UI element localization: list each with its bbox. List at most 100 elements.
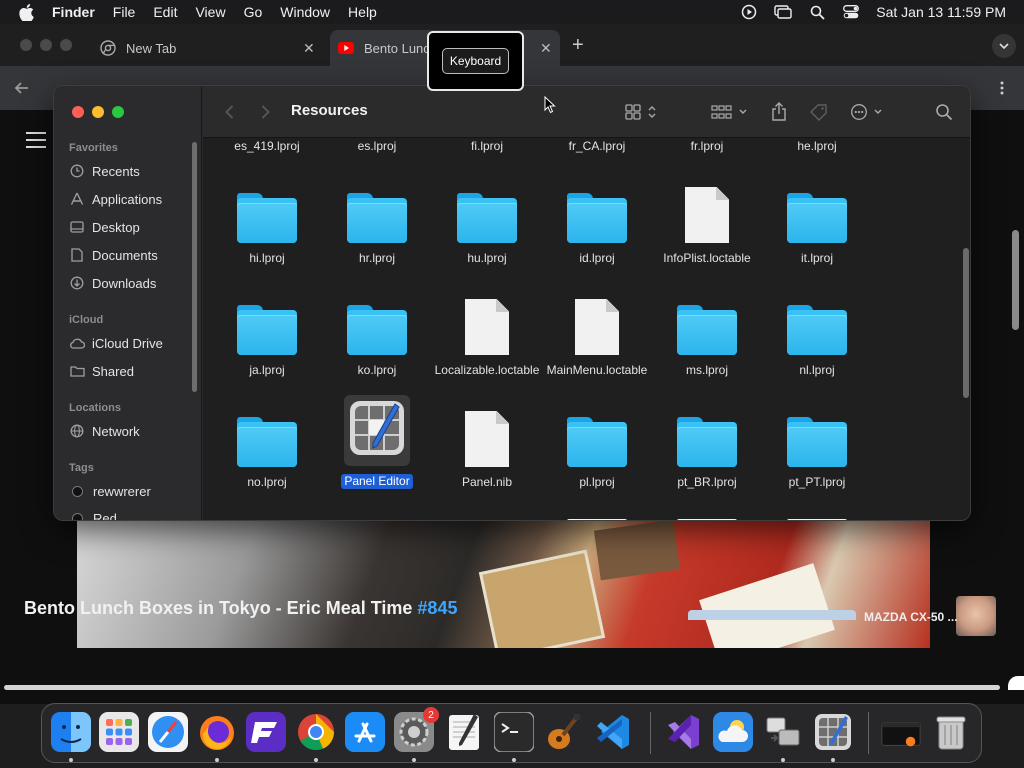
finder-icon[interactable] bbox=[50, 711, 92, 753]
browser-zoom-button[interactable] bbox=[60, 39, 72, 51]
finder-zoom-button[interactable] bbox=[112, 106, 124, 118]
share-icon[interactable] bbox=[771, 100, 787, 124]
folder-item[interactable]: ko.lproj bbox=[322, 305, 432, 378]
file-item[interactable]: fr_CA.lproj bbox=[542, 138, 652, 154]
folder-item[interactable]: pt_BR.lproj bbox=[652, 417, 762, 490]
video-hashtag-link[interactable]: #845 bbox=[417, 598, 457, 618]
sidebar-item-network[interactable]: Network bbox=[69, 421, 140, 441]
finder-close-button[interactable] bbox=[72, 106, 84, 118]
sidebar-item-applications[interactable]: Applications bbox=[69, 189, 162, 209]
firefox-icon[interactable] bbox=[196, 711, 238, 753]
app-store-icon[interactable] bbox=[344, 711, 386, 753]
folder-item[interactable]: no.lproj bbox=[212, 417, 322, 490]
video-progress-bar[interactable] bbox=[4, 685, 1000, 690]
finder-scrollbar[interactable] bbox=[963, 248, 969, 398]
file-item[interactable]: Localizable.loctable bbox=[432, 299, 542, 378]
app-item[interactable]: Panel Editor bbox=[322, 395, 432, 489]
sidebar-item-documents[interactable]: Documents bbox=[69, 245, 158, 265]
vscode-icon[interactable] bbox=[592, 711, 634, 753]
sidebar-item-downloads[interactable]: Downloads bbox=[69, 273, 156, 293]
menu-help[interactable]: Help bbox=[339, 4, 386, 20]
search-icon[interactable] bbox=[935, 100, 953, 124]
more-vertical-icon[interactable] bbox=[994, 80, 1010, 96]
menu-app-name[interactable]: Finder bbox=[52, 4, 104, 20]
menu-go[interactable]: Go bbox=[235, 4, 272, 20]
screen-mirror-icon[interactable] bbox=[766, 0, 800, 24]
file-item[interactable]: es_419.lproj bbox=[212, 138, 322, 154]
icon-view-grid-icon[interactable] bbox=[625, 100, 659, 124]
textedit-icon[interactable] bbox=[443, 711, 485, 753]
folder-item[interactable]: pl.lproj bbox=[542, 417, 652, 490]
page-scrollbar[interactable] bbox=[1012, 230, 1019, 330]
menu-edit[interactable]: Edit bbox=[144, 4, 186, 20]
file-item[interactable]: he.lproj bbox=[762, 138, 872, 154]
tab-close-icon[interactable]: ✕ bbox=[303, 40, 315, 57]
forward-chevron-icon[interactable] bbox=[261, 100, 270, 124]
fenix-icon[interactable] bbox=[245, 711, 287, 753]
file-item[interactable]: InfoPlist.loctable bbox=[652, 187, 762, 266]
folder-item[interactable]: hi.lproj bbox=[212, 193, 322, 266]
sidebar-tag-rewwrerer[interactable]: rewwrerer bbox=[69, 481, 151, 501]
sidebar-item-shared[interactable]: Shared bbox=[69, 361, 134, 381]
folder-icon[interactable] bbox=[787, 519, 847, 520]
folder-item[interactable]: hu.lproj bbox=[432, 193, 542, 266]
back-chevron-icon[interactable] bbox=[225, 100, 234, 124]
group-by-icon[interactable] bbox=[711, 100, 749, 124]
file-item[interactable]: fr.lproj bbox=[652, 138, 762, 154]
apple-menu-icon[interactable] bbox=[0, 3, 52, 21]
new-tab-plus-icon[interactable]: + bbox=[572, 34, 584, 57]
weather-icon[interactable] bbox=[712, 711, 754, 753]
video-player[interactable] bbox=[77, 520, 930, 648]
file-item[interactable]: Panel.nib bbox=[432, 411, 542, 490]
tab-close-icon[interactable]: ✕ bbox=[540, 40, 552, 57]
folder-item[interactable]: it.lproj bbox=[762, 193, 872, 266]
menu-view[interactable]: View bbox=[186, 4, 234, 20]
folder-icon[interactable] bbox=[677, 519, 737, 520]
menu-window[interactable]: Window bbox=[271, 4, 339, 20]
folder-item[interactable]: id.lproj bbox=[542, 193, 652, 266]
tab-search-chevron-icon[interactable] bbox=[992, 34, 1016, 58]
browser-minimize-button[interactable] bbox=[40, 39, 52, 51]
sidebar-scrollbar[interactable] bbox=[192, 142, 197, 392]
folder-item[interactable]: pt_PT.lproj bbox=[762, 417, 872, 490]
minimized-window-icon[interactable] bbox=[880, 711, 922, 753]
sidebar-item-recents[interactable]: Recents bbox=[69, 161, 140, 181]
search-icon[interactable] bbox=[800, 0, 834, 24]
tab-new-tab[interactable]: New Tab ✕ bbox=[100, 30, 325, 66]
browser-close-button[interactable] bbox=[20, 39, 32, 51]
folder-item[interactable]: ms.lproj bbox=[652, 305, 762, 378]
garageband-icon[interactable] bbox=[542, 711, 584, 753]
finder-minimize-button[interactable] bbox=[92, 106, 104, 118]
control-center-icon[interactable] bbox=[834, 0, 868, 24]
system-settings-icon[interactable]: 2 bbox=[393, 707, 439, 753]
folder-icon[interactable] bbox=[567, 519, 627, 520]
migration-assistant-icon[interactable] bbox=[762, 711, 804, 753]
safari-icon[interactable] bbox=[147, 711, 189, 753]
play-circle-icon[interactable] bbox=[732, 0, 766, 24]
chrome-icon[interactable] bbox=[295, 711, 337, 753]
sidebar-tag-red[interactable]: Red bbox=[69, 508, 117, 520]
more-actions-icon[interactable] bbox=[850, 100, 886, 124]
channel-avatar[interactable] bbox=[956, 596, 996, 636]
launchpad-icon[interactable] bbox=[98, 711, 140, 753]
tag-color-dot bbox=[72, 485, 83, 497]
folder-item[interactable]: nl.lproj bbox=[762, 305, 872, 378]
trash-icon[interactable] bbox=[930, 711, 972, 753]
visual-studio-icon[interactable] bbox=[662, 711, 704, 753]
related-video-title[interactable]: MAZDA CX-50 ... bbox=[864, 610, 958, 624]
menu-file[interactable]: File bbox=[104, 4, 145, 20]
menu-clock[interactable]: Sat Jan 13 11:59 PM bbox=[868, 4, 1024, 20]
file-item[interactable]: MainMenu.loctable bbox=[542, 299, 652, 378]
terminal-icon[interactable] bbox=[493, 711, 535, 753]
file-item[interactable]: fi.lproj bbox=[432, 138, 542, 154]
folder-item[interactable]: hr.lproj bbox=[322, 193, 432, 266]
panel-editor-icon[interactable] bbox=[812, 711, 854, 753]
folder-item[interactable]: ja.lproj bbox=[212, 305, 322, 378]
sidebar-item-icloud-drive[interactable]: iCloud Drive bbox=[69, 333, 163, 353]
tag-icon[interactable] bbox=[809, 100, 829, 124]
file-item[interactable]: es.lproj bbox=[322, 138, 432, 154]
back-arrow-icon[interactable] bbox=[14, 80, 30, 96]
menu-hamburger-icon[interactable] bbox=[26, 132, 46, 153]
related-video-thumbnail[interactable] bbox=[688, 610, 856, 620]
sidebar-item-desktop[interactable]: Desktop bbox=[69, 217, 140, 237]
